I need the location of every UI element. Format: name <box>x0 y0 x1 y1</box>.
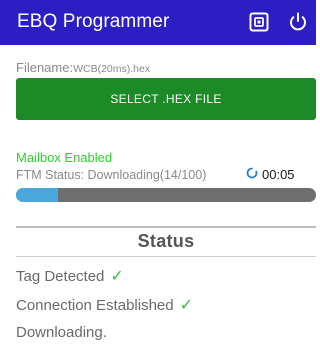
check-icon: ✓ <box>110 268 124 285</box>
filename-row: Filename:WCB(20ms).hex <box>16 60 150 75</box>
status-heading: Status <box>137 231 195 251</box>
power-icon[interactable] <box>286 11 310 33</box>
download-progress-fill <box>16 188 58 202</box>
status-divider <box>16 256 316 257</box>
mailbox-status: Mailbox Enabled <box>16 150 113 165</box>
nfc-tag-icon[interactable] <box>247 11 271 33</box>
spinner-icon <box>246 167 258 182</box>
download-progress-bar <box>16 188 316 202</box>
download-timer: 00:05 <box>246 167 295 182</box>
filename-label: Filename: <box>16 60 74 75</box>
filename-value: WCB(20ms).hex <box>73 63 151 75</box>
app-title: EBQ Programmer <box>17 11 170 32</box>
status-line-text: Connection Established <box>16 296 174 314</box>
status-line: Tag Detected ✓ <box>16 266 124 286</box>
status-line: Downloading. <box>16 324 107 341</box>
ftm-status: FTM Status: Downloading(14/100) <box>16 168 207 182</box>
timer-value: 00:05 <box>262 167 295 182</box>
status-line-text: Tag Detected <box>16 267 105 285</box>
status-line: Connection Established ✓ <box>16 295 193 315</box>
check-icon: ✓ <box>179 297 194 314</box>
select-hex-file-button[interactable]: SELECT .HEX FILE <box>16 78 316 120</box>
app-screen: EBQ Programmer Filename:WCB(20ms).hex SE… <box>0 0 316 345</box>
status-line-text: Downloading. <box>16 324 107 341</box>
section-divider <box>16 226 316 228</box>
app-bar: EBQ Programmer <box>0 0 316 45</box>
